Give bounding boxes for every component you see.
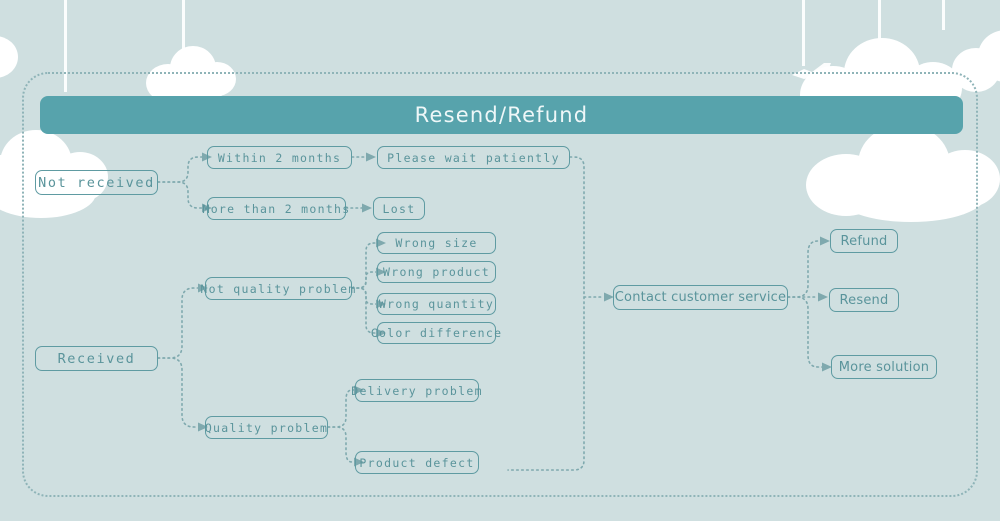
hanging-string	[182, 0, 185, 50]
node-label: Wrong product	[383, 265, 490, 279]
hanging-string	[802, 0, 805, 66]
node-label: Quality problem	[204, 420, 329, 435]
node-more-than-2-months[interactable]: More than 2 months	[202, 197, 349, 220]
node-refund[interactable]: Refund	[830, 229, 898, 253]
page-title-bar: Resend/Refund	[40, 96, 963, 134]
node-label: Within 2 months	[217, 150, 342, 165]
node-label: Not quality problem	[200, 281, 357, 296]
node-label: Resend	[839, 292, 889, 308]
node-label: Not received	[38, 174, 155, 191]
flowchart-canvas: Resend/Refund Not received Received With…	[0, 0, 1000, 521]
node-wrong-product[interactable]: Wrong product	[377, 261, 496, 283]
node-please-wait-patiently[interactable]: Please wait patiently	[377, 146, 570, 169]
node-more-solution[interactable]: More solution	[831, 355, 937, 379]
node-resend[interactable]: Resend	[829, 288, 899, 312]
node-contact-customer-service[interactable]: Contact customer service	[613, 285, 788, 310]
node-lost[interactable]: Lost	[373, 197, 425, 220]
node-label: Lost	[382, 201, 416, 216]
outer-dashed-frame	[22, 72, 978, 497]
node-label: Please wait patiently	[387, 150, 560, 165]
node-not-received[interactable]: Not received	[35, 170, 158, 195]
node-product-defect[interactable]: Product defect	[355, 451, 479, 474]
node-label: Delivery problem	[351, 383, 483, 398]
node-label: Contact customer service	[614, 290, 787, 305]
node-within-2-months[interactable]: Within 2 months	[207, 146, 352, 169]
node-label: Wrong size	[395, 236, 478, 250]
node-label: More solution	[838, 359, 930, 375]
node-label: Refund	[840, 233, 888, 249]
hanging-string	[942, 0, 945, 30]
node-label: Received	[57, 350, 136, 367]
node-quality-problem[interactable]: Quality problem	[205, 416, 328, 439]
node-not-quality-problem[interactable]: Not quality problem	[200, 277, 355, 300]
node-wrong-quantity[interactable]: Wrong quantity	[377, 293, 496, 315]
node-label: Wrong quantity	[378, 297, 495, 311]
node-delivery-problem[interactable]: Delivery problem	[351, 379, 482, 402]
node-label: More than 2 months	[202, 201, 351, 216]
node-color-difference[interactable]: Color difference	[371, 322, 501, 344]
node-label: Color difference	[370, 326, 503, 340]
page-title: Resend/Refund	[414, 103, 589, 127]
node-received[interactable]: Received	[35, 346, 158, 371]
node-wrong-size[interactable]: Wrong size	[377, 232, 496, 254]
node-label: Product defect	[359, 455, 475, 470]
